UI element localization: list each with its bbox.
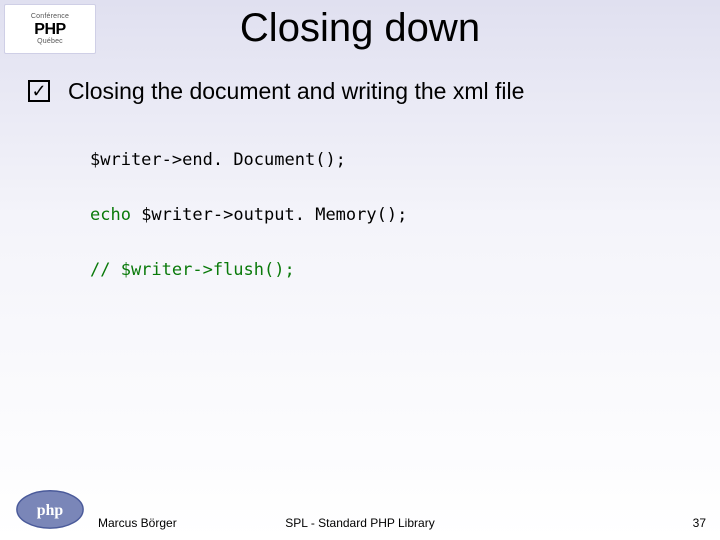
code-token: output. Memory	[233, 205, 376, 225]
code-token: end. Document	[182, 150, 315, 170]
footer-title: SPL - Standard PHP Library	[0, 516, 720, 530]
code-line-2: echo $writer->output. Memory();	[90, 205, 407, 225]
code-token: echo	[90, 205, 141, 225]
code-token: ();	[377, 205, 408, 225]
code-line-1: $writer->end. Document();	[90, 150, 346, 170]
code-token: ->	[213, 205, 233, 225]
checkbox-icon: ✓	[28, 80, 50, 102]
code-line-3: // $writer->flush();	[90, 260, 295, 280]
page-number: 37	[693, 516, 706, 530]
bullet-row: ✓ Closing the document and writing the x…	[28, 78, 524, 105]
code-token: ();	[315, 150, 346, 170]
code-token: $writer	[90, 150, 162, 170]
slide: Conférence PHP Québec Closing down ✓ Clo…	[0, 0, 720, 540]
bullet-text: Closing the document and writing the xml…	[68, 78, 524, 105]
footer: Marcus Börger SPL - Standard PHP Library…	[0, 510, 720, 530]
slide-title: Closing down	[0, 6, 720, 51]
code-token: $writer	[141, 205, 213, 225]
code-token: ->	[162, 150, 182, 170]
